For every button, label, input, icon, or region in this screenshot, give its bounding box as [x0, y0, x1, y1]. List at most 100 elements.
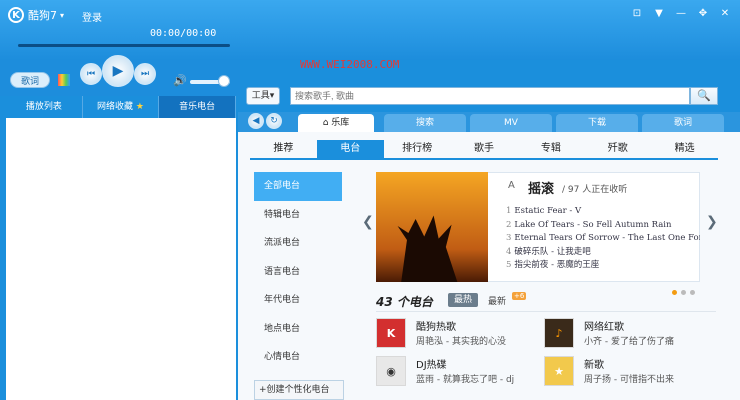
list-item[interactable]: 1 Estatic Fear - V	[506, 205, 700, 219]
home-icon: ⌂	[322, 118, 329, 128]
station-name: DJ热碟	[416, 360, 447, 371]
list-item[interactable]: 2 Lake Of Tears - So Fell Autumn Rain	[506, 219, 700, 233]
station-item[interactable]: ♪ 网络红歌 小齐 - 爱了给了伤了痛	[544, 316, 714, 352]
left-panel	[6, 118, 236, 400]
tab-lyrics[interactable]: 歌词	[642, 114, 724, 132]
radio-category-list: 全部电台 特辑电台 流派电台 语言电台 年代电台 地点电台 心情电台	[254, 172, 344, 372]
kugou-logo-icon: K	[8, 7, 24, 23]
list-item[interactable]: 3 Eternal Tears Of Sorrow - The Last One …	[506, 232, 700, 246]
search-input[interactable]	[290, 87, 690, 105]
carousel-dot[interactable]	[672, 290, 677, 295]
station-logo-icon: ◉	[376, 356, 406, 386]
refresh-button[interactable]: ↻	[266, 113, 282, 129]
tools-label: 工具	[251, 91, 270, 101]
back-button[interactable]: ◀	[248, 113, 264, 129]
tab-download[interactable]: 下载	[556, 114, 638, 132]
station-now-playing: 小齐 - 爱了给了伤了痛	[584, 337, 674, 347]
station-now-playing: 周子扬 - 可惜指不出来	[584, 375, 674, 385]
carousel-dot[interactable]	[690, 290, 695, 295]
list-item[interactable]: 5 指尖前夜 - 恶魔的王座	[506, 259, 700, 273]
sub-nav: 推荐 电台 排行榜 歌手 专辑 歼歌 精选	[250, 140, 718, 160]
station-now-playing: 蓝雨 - 就算我忘了吧 - dj	[416, 375, 515, 385]
close-icon[interactable]: ✕	[716, 6, 734, 22]
chevron-down-icon: ▾	[269, 91, 275, 101]
next-button[interactable]: ⏭	[134, 63, 156, 85]
create-radio-label: 创建个性化电台	[266, 385, 330, 395]
carousel-prev-icon[interactable]: ❮	[362, 214, 374, 230]
app-logo[interactable]: K 酷狗7 ▾	[8, 6, 64, 24]
tab-favorites-label: 网络收藏	[97, 102, 134, 112]
tab-music-library[interactable]: ⌂ 乐库	[298, 114, 374, 132]
list-item[interactable]: 4 破碎乐队 - 让我走吧	[506, 246, 700, 260]
category-special[interactable]: 特辑电台	[254, 201, 344, 230]
next-icon: ⏭	[140, 69, 150, 79]
category-location[interactable]: 地点电台	[254, 315, 344, 344]
category-genre[interactable]: 流派电台	[254, 229, 344, 258]
tab-playlist[interactable]: 播放列表	[6, 96, 83, 118]
mini-mode-icon[interactable]: ⊡	[628, 6, 646, 22]
station-item[interactable]: ★ 新歌 周子扬 - 可惜指不出来	[544, 354, 714, 390]
divider	[376, 311, 716, 312]
play-button[interactable]: ▶	[102, 55, 134, 87]
star-icon: ★	[135, 102, 144, 112]
subnav-radio[interactable]: 电台	[316, 140, 384, 158]
login-link[interactable]: 登录	[82, 9, 102, 24]
category-language[interactable]: 语言电台	[254, 258, 344, 287]
featured-station-title[interactable]: 摇滚	[528, 178, 554, 197]
subnav-singers[interactable]: 歌手	[451, 140, 518, 158]
chevron-down-icon: ▾	[60, 10, 65, 20]
tools-button[interactable]: 工具▾	[246, 87, 280, 105]
menu-icon[interactable]: ▼	[650, 6, 668, 22]
subnav-featured[interactable]: 精选	[651, 140, 718, 158]
tab-favorites[interactable]: 网络收藏 ★	[83, 96, 160, 118]
subnav-charts[interactable]: 排行榜	[384, 140, 451, 158]
skin-icon[interactable]: ✥	[694, 6, 712, 22]
volume-knob[interactable]	[218, 75, 230, 87]
station-logo-icon: ★	[544, 356, 574, 386]
station-item[interactable]: ◉ DJ热碟 蓝雨 - 就算我忘了吧 - dj	[376, 354, 546, 390]
search-icon: 🔍	[697, 89, 711, 102]
radio-badge-icon: A	[508, 180, 515, 191]
sort-new-tab[interactable]: 最新	[488, 294, 506, 307]
new-count-badge: +6	[512, 292, 527, 300]
tab-radio[interactable]: 音乐电台	[159, 96, 237, 118]
category-era[interactable]: 年代电台	[254, 286, 344, 315]
plus-icon: +	[259, 385, 267, 395]
play-icon: ▶	[112, 63, 124, 79]
tab-search[interactable]: 搜索	[384, 114, 466, 132]
progress-bar[interactable]	[18, 44, 230, 47]
category-mood[interactable]: 心情电台	[254, 343, 344, 372]
equalizer-icon[interactable]	[58, 74, 70, 86]
station-item[interactable]: K 酷狗热歌 周艳泓 - 其实我的心没	[376, 316, 546, 352]
volume-icon[interactable]: 🔊	[173, 74, 187, 87]
tab-mv[interactable]: MV	[470, 114, 552, 132]
search-button[interactable]: 🔍	[690, 87, 718, 105]
window-controls: ⊡ ▼ — ✥ ✕	[628, 6, 734, 22]
station-logo-icon: ♪	[544, 318, 574, 348]
sort-hot-tab[interactable]: 最热	[448, 293, 478, 307]
subnav-recommend[interactable]: 推荐	[250, 140, 317, 158]
subnav-albums[interactable]: 专辑	[517, 140, 584, 158]
refresh-icon: ↻	[270, 116, 278, 126]
back-arrow-icon: ◀	[252, 116, 260, 126]
app-title: 酷狗7	[28, 9, 57, 22]
listener-count: / 97 人正在收听	[562, 185, 628, 195]
create-radio-button[interactable]: +创建个性化电台	[254, 380, 344, 400]
watermark-text: WWW.WEI2008.COM	[300, 58, 400, 71]
station-logo-icon: K	[376, 318, 406, 348]
previous-button[interactable]: ⏮	[80, 63, 102, 85]
tab-music-library-label: 乐库	[331, 118, 350, 128]
minimize-icon[interactable]: —	[672, 6, 690, 22]
time-display: 00:00/00:00	[150, 28, 217, 39]
previous-icon: ⏮	[86, 69, 96, 79]
carousel-next-icon[interactable]: ❯	[706, 214, 718, 230]
featured-track-list: 1 Estatic Fear - V 2 Lake Of Tears - So Fe…	[506, 205, 700, 273]
station-count: 43 个电台	[376, 295, 433, 309]
subnav-ringtones[interactable]: 歼歌	[584, 140, 651, 158]
category-all[interactable]: 全部电台	[254, 172, 342, 201]
featured-station-image[interactable]	[376, 172, 488, 282]
lyrics-toggle-button[interactable]: 歌词	[10, 72, 50, 88]
carousel-dot[interactable]	[681, 290, 686, 295]
station-name: 新歌	[584, 360, 604, 371]
carousel-dots	[672, 290, 695, 295]
